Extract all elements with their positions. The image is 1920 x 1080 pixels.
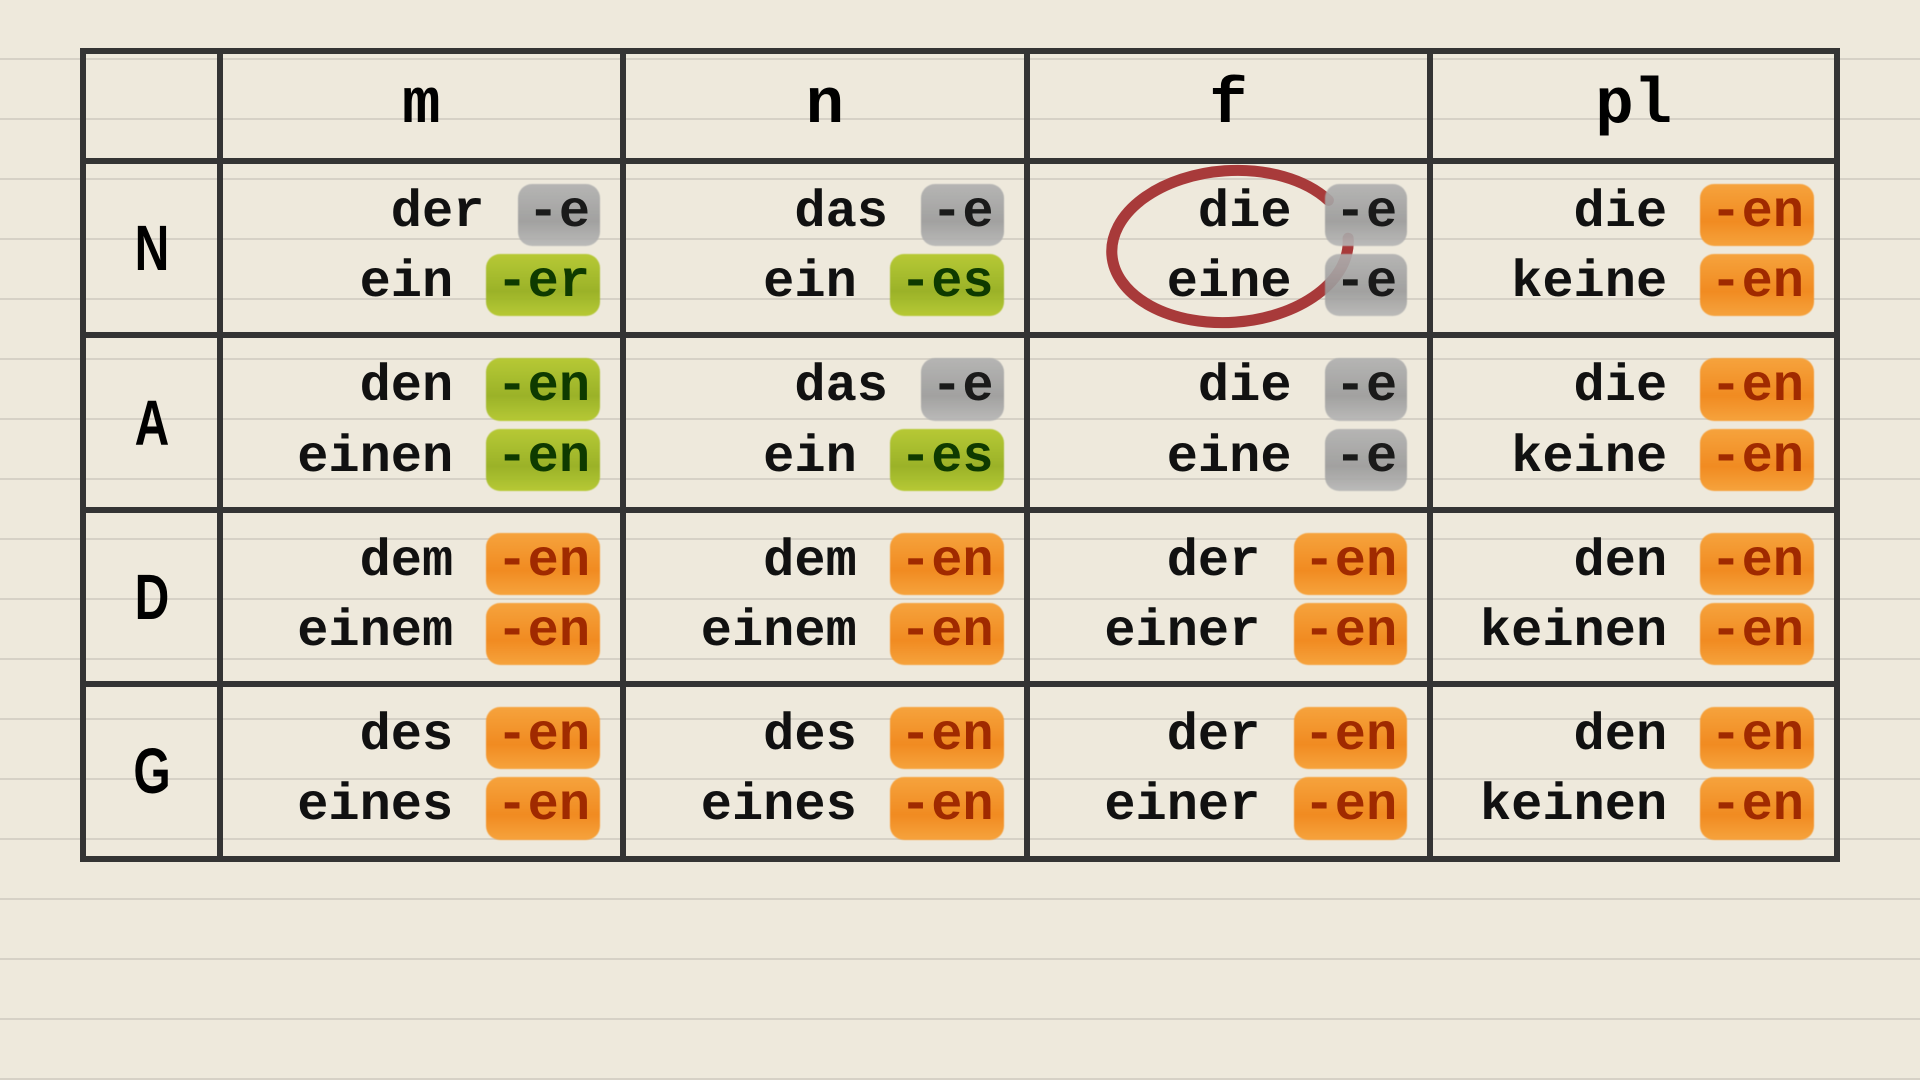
- ending-highlight: -en: [1702, 597, 1812, 667]
- ending-highlight: -en: [488, 352, 598, 422]
- ending-highlight: -en: [1702, 771, 1812, 841]
- ending-highlight: -es: [892, 423, 1002, 493]
- cell-G-n: des -en eines -en: [623, 684, 1027, 858]
- ending-highlight: -en: [488, 597, 598, 667]
- ending-highlight: -en: [892, 527, 1002, 597]
- col-header-n: n: [623, 51, 1027, 161]
- row-header-D: D: [100, 510, 202, 684]
- ending-highlight: -es: [892, 248, 1002, 318]
- ending-highlight: -en: [1702, 178, 1812, 248]
- col-header-m: m: [220, 51, 624, 161]
- ending-highlight: -en: [892, 771, 1002, 841]
- cell-N-n: das -e ein -es: [623, 161, 1027, 335]
- ending-highlight: -en: [1296, 771, 1406, 841]
- row-header-A: A: [100, 335, 202, 509]
- ending-highlight: -e: [1327, 423, 1405, 493]
- cell-N-f: die -e eine -e: [1027, 161, 1431, 335]
- ending-highlight: -e: [520, 178, 598, 248]
- row-header-N: N: [100, 161, 202, 335]
- row-nominative: N der -e ein -er das -e ein -es die -e e…: [83, 161, 1837, 335]
- header-blank: [83, 51, 220, 161]
- ending-highlight: -en: [1702, 352, 1812, 422]
- row-genitive: G des -en eines -en des -en eines -en de…: [83, 684, 1837, 858]
- ending-highlight: -en: [1296, 527, 1406, 597]
- ending-highlight: -en: [488, 423, 598, 493]
- cell-D-f: der -en einer -en: [1027, 510, 1431, 684]
- ending-highlight: -en: [1702, 701, 1812, 771]
- cell-G-pl: den -en keinen -en: [1430, 684, 1837, 858]
- cell-N-m: der -e ein -er: [220, 161, 624, 335]
- cell-N-pl: die -en keine -en: [1430, 161, 1837, 335]
- cell-D-n: dem -en einem -en: [623, 510, 1027, 684]
- ending-highlight: -en: [892, 701, 1002, 771]
- ending-highlight: -e: [923, 352, 1001, 422]
- row-dative: D dem -en einem -en dem -en einem -en de…: [83, 510, 1837, 684]
- ending-highlight: -er: [488, 248, 598, 318]
- cell-G-m: des -en eines -en: [220, 684, 624, 858]
- cell-A-f: die -e eine -e: [1027, 335, 1431, 509]
- ending-highlight: -e: [1327, 352, 1405, 422]
- cell-D-pl: den -en keinen -en: [1430, 510, 1837, 684]
- ending-highlight: -en: [1702, 248, 1812, 318]
- ending-highlight: -en: [1296, 701, 1406, 771]
- ending-highlight: -en: [892, 597, 1002, 667]
- ending-highlight: -e: [1327, 178, 1405, 248]
- ending-highlight: -en: [488, 771, 598, 841]
- ending-highlight: -e: [1327, 248, 1405, 318]
- ending-highlight: -en: [1702, 527, 1812, 597]
- ending-highlight: -en: [1702, 423, 1812, 493]
- cell-A-m: den -en einen -en: [220, 335, 624, 509]
- cell-A-pl: die -en keine -en: [1430, 335, 1837, 509]
- cell-A-n: das -e ein -es: [623, 335, 1027, 509]
- ending-highlight: -en: [488, 701, 598, 771]
- row-accusative: A den -en einen -en das -e ein -es die -…: [83, 335, 1837, 509]
- ending-highlight: -e: [923, 178, 1001, 248]
- row-header-G: G: [100, 684, 202, 858]
- cell-G-f: der -en einer -en: [1027, 684, 1431, 858]
- cell-D-m: dem -en einem -en: [220, 510, 624, 684]
- header-row: m n f pl: [83, 51, 1837, 161]
- col-header-f: f: [1027, 51, 1431, 161]
- declension-table: m n f pl N der -e ein -er das -e ein -es…: [80, 48, 1840, 862]
- col-header-pl: pl: [1430, 51, 1837, 161]
- ending-highlight: -en: [488, 527, 598, 597]
- ending-highlight: -en: [1296, 597, 1406, 667]
